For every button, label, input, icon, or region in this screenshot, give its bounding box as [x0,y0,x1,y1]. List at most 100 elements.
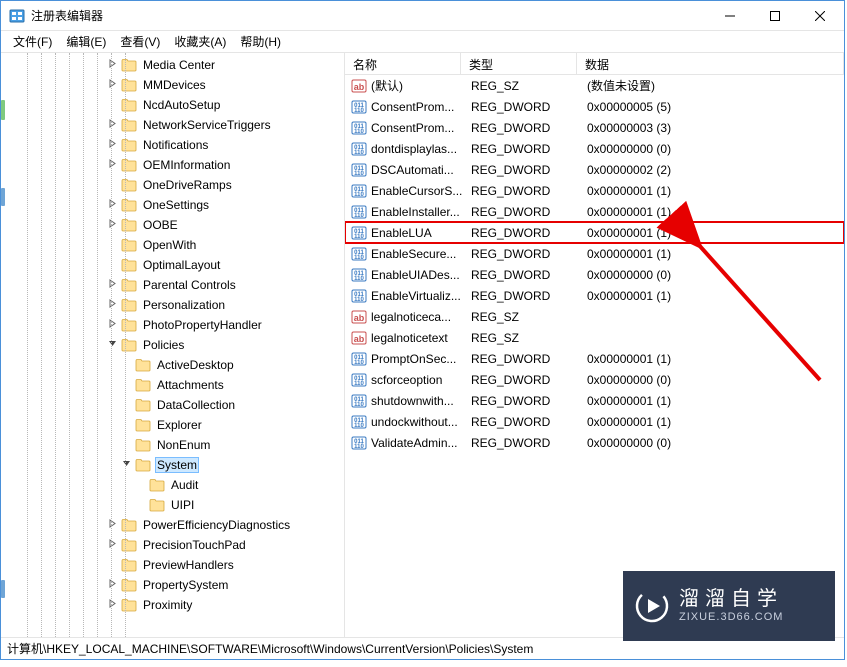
svg-text:110: 110 [354,360,364,366]
expand-icon[interactable] [105,219,119,231]
value-row[interactable]: ab(默认)REG_SZ(数值未设置) [345,75,844,96]
minimize-button[interactable] [707,1,752,30]
tree-item[interactable]: PreviewHandlers [1,555,344,575]
value-data: REG_DWORD [463,268,579,282]
tree-item[interactable]: OEMInformation [1,155,344,175]
tree-item[interactable]: ActiveDesktop [1,355,344,375]
tree-item[interactable]: UIPI [1,495,344,515]
tree-item[interactable]: Parental Controls [1,275,344,295]
value-row[interactable]: 011110ConsentProm...REG_DWORD0x00000005 … [345,96,844,117]
expand-icon[interactable] [105,119,119,131]
value-row[interactable]: 011110dontdisplaylas...REG_DWORD0x000000… [345,138,844,159]
value-row[interactable]: 011110scforceoptionREG_DWORD0x00000000 (… [345,369,844,390]
expand-icon[interactable] [105,59,119,71]
list-pane: 名称 类型 数据 ab(默认)REG_SZ(数值未设置)011110Consen… [345,53,844,637]
value-row[interactable]: 011110DSCAutomati...REG_DWORD0x00000002 … [345,159,844,180]
menu-help[interactable]: 帮助(H) [234,31,287,52]
expand-icon[interactable] [105,319,119,331]
folder-icon [121,578,137,592]
reg-sz-icon: ab [351,78,367,94]
tree-item[interactable]: Policies [1,335,344,355]
value-data: REG_SZ [463,310,579,324]
tree-item[interactable]: Explorer [1,415,344,435]
value-row[interactable]: 011110PromptOnSec...REG_DWORD0x00000001 … [345,348,844,369]
value-row[interactable]: 011110EnableCursorS...REG_DWORD0x0000000… [345,180,844,201]
value-row[interactable]: 011110shutdownwith...REG_DWORD0x00000001… [345,390,844,411]
expand-icon[interactable] [105,299,119,311]
value-row[interactable]: 011110EnableVirtualiz...REG_DWORD0x00000… [345,285,844,306]
tree-item[interactable]: PrecisionTouchPad [1,535,344,555]
tree-item[interactable]: Proximity [1,595,344,615]
menubar: 文件(F) 编辑(E) 查看(V) 收藏夹(A) 帮助(H) [1,31,844,53]
expand-icon[interactable] [105,279,119,291]
tree-item[interactable]: NonEnum [1,435,344,455]
value-row[interactable]: 011110ValidateAdmin...REG_DWORD0x0000000… [345,432,844,453]
app-icon [9,8,25,24]
watermark-sub: ZIXUE.3D66.COM [679,611,783,624]
close-button[interactable] [797,1,842,30]
value-row[interactable]: 011110undockwithout...REG_DWORD0x0000000… [345,411,844,432]
tree-item[interactable]: Audit [1,475,344,495]
expand-icon[interactable] [105,79,119,91]
value-name: scforceoption [371,373,463,387]
expand-icon[interactable] [105,199,119,211]
tree-item[interactable]: PhotoPropertyHandler [1,315,344,335]
tree-item[interactable]: DataCollection [1,395,344,415]
expand-icon[interactable] [105,159,119,171]
folder-icon [121,558,137,572]
menu-file[interactable]: 文件(F) [7,31,58,52]
col-name[interactable]: 名称 [345,53,461,74]
tree-pane[interactable]: Media CenterMMDevicesNcdAutoSetupNetwork… [1,53,345,637]
menu-edit[interactable]: 编辑(E) [60,31,112,52]
value-name: EnableInstaller... [371,205,463,219]
tree-item[interactable]: PowerEfficiencyDiagnostics [1,515,344,535]
value-row[interactable]: ablegalnoticeca...REG_SZ [345,306,844,327]
expand-icon[interactable] [105,139,119,151]
watermark-icon [635,589,669,623]
tree-item-label: Notifications [141,137,210,153]
value-row[interactable]: 011110EnableInstaller...REG_DWORD0x00000… [345,201,844,222]
tree-item[interactable]: OpenWith [1,235,344,255]
collapse-icon[interactable] [105,339,119,351]
content-area: Media CenterMMDevicesNcdAutoSetupNetwork… [1,53,844,637]
expand-icon[interactable] [105,579,119,591]
tree-item[interactable]: NcdAutoSetup [1,95,344,115]
value-row[interactable]: 011110EnableLUAREG_DWORD0x00000001 (1) [345,222,844,243]
tree-item[interactable]: OOBE [1,215,344,235]
tree-item-label: UIPI [169,497,196,513]
tree-item[interactable]: Attachments [1,375,344,395]
maximize-button[interactable] [752,1,797,30]
expand-icon[interactable] [105,519,119,531]
tree-item[interactable]: Media Center [1,55,344,75]
menu-favorites[interactable]: 收藏夹(A) [168,31,232,52]
tree-item[interactable]: System [1,455,344,475]
menu-view[interactable]: 查看(V) [114,31,166,52]
col-type[interactable]: 类型 [461,53,577,74]
expand-icon[interactable] [105,599,119,611]
folder-icon [135,358,151,372]
tree-item[interactable]: OneDriveRamps [1,175,344,195]
titlebar[interactable]: 注册表编辑器 [1,1,844,31]
folder-icon [121,58,137,72]
tree-item-label: Parental Controls [141,277,238,293]
tree-item[interactable]: Notifications [1,135,344,155]
tree-item[interactable]: PropertySystem [1,575,344,595]
tree-item[interactable]: NetworkServiceTriggers [1,115,344,135]
value-data: REG_DWORD [463,352,579,366]
col-data[interactable]: 数据 [577,53,844,74]
svg-text:110: 110 [354,423,364,429]
collapse-icon[interactable] [119,459,133,471]
value-row[interactable]: ablegalnoticetextREG_SZ [345,327,844,348]
value-row[interactable]: 011110ConsentProm...REG_DWORD0x00000003 … [345,117,844,138]
list-body[interactable]: ab(默认)REG_SZ(数值未设置)011110ConsentProm...R… [345,75,844,637]
tree-item[interactable]: OptimalLayout [1,255,344,275]
value-row[interactable]: 011110EnableSecure...REG_DWORD0x00000001… [345,243,844,264]
expand-icon[interactable] [105,539,119,551]
svg-text:110: 110 [354,297,364,303]
watermark: 溜溜自学 ZIXUE.3D66.COM [623,571,835,641]
tree-item[interactable]: Personalization [1,295,344,315]
tree-item[interactable]: MMDevices [1,75,344,95]
value-data: REG_SZ [463,79,579,93]
value-row[interactable]: 011110EnableUIADes...REG_DWORD0x00000000… [345,264,844,285]
tree-item[interactable]: OneSettings [1,195,344,215]
